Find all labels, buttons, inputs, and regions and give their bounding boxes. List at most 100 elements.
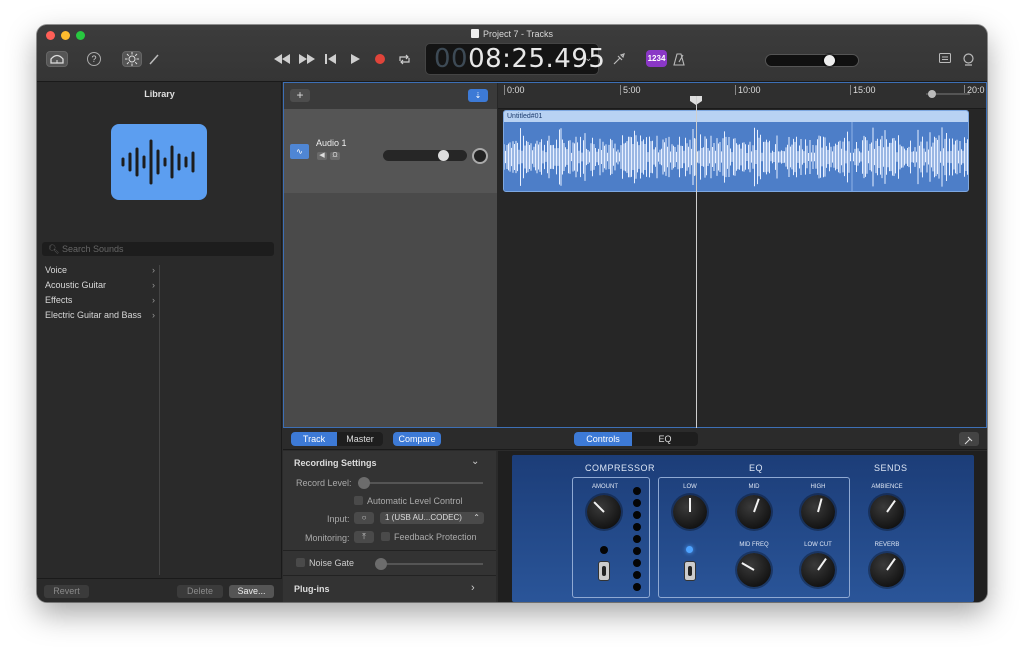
catch-playhead-button[interactable]: ⇣ bbox=[468, 89, 488, 102]
playhead-line bbox=[696, 96, 697, 429]
channel-strip-panel: COMPRESSOR EQ SENDS AMOUNT LOW MID HIGH bbox=[512, 455, 974, 602]
headphones-icon[interactable]: Ω bbox=[330, 152, 340, 160]
low-cut-label: LOW CUT bbox=[804, 542, 832, 548]
tracks-area: + ⇣ ∿ Audio 1 ◀ Ω 0:00 5:00 10:00 15:00 … bbox=[283, 82, 987, 429]
fast-forward-icon[interactable] bbox=[298, 52, 316, 66]
category-label: Voice bbox=[45, 265, 68, 275]
audio-region[interactable]: Untitled#01 bbox=[503, 110, 969, 192]
library-category-acoustic-guitar[interactable]: Acoustic Guitar › bbox=[37, 278, 159, 293]
library-category-voice[interactable]: Voice › bbox=[37, 263, 159, 278]
editors-icon[interactable] bbox=[148, 52, 160, 66]
compare-button[interactable]: Compare bbox=[393, 432, 441, 446]
track-volume-knob[interactable] bbox=[438, 150, 449, 161]
record-level-knob[interactable] bbox=[358, 477, 370, 489]
garageband-window: Project 7 - Tracks ? 0008:25.495 ⌄ 1234 bbox=[37, 25, 987, 602]
library-title: Library bbox=[144, 89, 175, 99]
search-field[interactable]: 🔍︎ Search Sounds bbox=[42, 242, 274, 256]
add-track-button[interactable]: + bbox=[290, 89, 310, 102]
tuner-icon[interactable] bbox=[611, 51, 627, 67]
ruler-label: 5:00 bbox=[620, 85, 641, 95]
waveform-icon: ∿ bbox=[290, 144, 309, 159]
master-volume-knob[interactable] bbox=[824, 55, 835, 66]
chevron-down-icon[interactable]: ⌄ bbox=[471, 456, 479, 467]
count-in-button[interactable]: 1234 bbox=[646, 50, 667, 67]
ambience-knob[interactable] bbox=[870, 495, 904, 529]
auto-level-label: Automatic Level Control bbox=[367, 496, 463, 506]
tab-master[interactable]: Master bbox=[337, 432, 383, 446]
mute-icon[interactable]: ◀ bbox=[317, 152, 327, 160]
compressor-toggle[interactable] bbox=[598, 561, 610, 581]
library-category-effects[interactable]: Effects › bbox=[37, 293, 159, 308]
library-toggle-button[interactable] bbox=[46, 51, 68, 67]
metronome-icon[interactable] bbox=[671, 51, 687, 67]
cycle-icon[interactable] bbox=[396, 52, 412, 66]
plugin-area: COMPRESSOR EQ SENDS AMOUNT LOW MID HIGH bbox=[498, 451, 987, 602]
play-icon[interactable] bbox=[348, 52, 362, 66]
mid-freq-label: MID FREQ bbox=[739, 542, 769, 548]
count-in-label: 1234 bbox=[647, 54, 666, 63]
lcd-display[interactable]: 00 08:25.495 ⌄ bbox=[425, 43, 605, 75]
pan-knob[interactable] bbox=[472, 148, 488, 164]
eq-toggle[interactable] bbox=[684, 561, 696, 581]
input-select[interactable]: 1 (USB AU...CODEC) ⌃ bbox=[380, 512, 484, 524]
region-name: Untitled#01 bbox=[504, 111, 968, 122]
amount-knob[interactable] bbox=[587, 495, 621, 529]
chevron-down-icon[interactable]: ⌄ bbox=[584, 53, 593, 64]
track-header-audio-1[interactable]: ∿ Audio 1 ◀ Ω bbox=[284, 109, 497, 193]
loop-browser-icon[interactable] bbox=[960, 51, 976, 67]
noise-gate-checkbox[interactable]: Noise Gate bbox=[296, 558, 354, 568]
ruler-label: 15:00 bbox=[850, 85, 876, 95]
window-title: Project 7 - Tracks bbox=[37, 29, 987, 39]
feedback-protection-label: Feedback Protection bbox=[394, 532, 477, 542]
go-to-beginning-icon[interactable] bbox=[323, 52, 337, 66]
library-category-electric-guitar-bass[interactable]: Electric Guitar and Bass › bbox=[37, 308, 159, 323]
tab-controls[interactable]: Controls bbox=[574, 432, 632, 446]
record-icon[interactable] bbox=[373, 52, 387, 66]
notepad-icon[interactable] bbox=[938, 51, 952, 65]
checkbox-icon bbox=[381, 532, 390, 541]
track-master-segment[interactable]: Track Master bbox=[291, 432, 383, 446]
eq-mid-knob[interactable] bbox=[737, 495, 771, 529]
eq-low-knob[interactable] bbox=[673, 495, 707, 529]
compressor-led bbox=[600, 546, 608, 554]
eq-mid-freq-knob[interactable] bbox=[737, 553, 771, 587]
noise-gate-knob[interactable] bbox=[375, 558, 387, 570]
zoom-slider[interactable] bbox=[926, 90, 970, 98]
editor-bar: Track Master Compare Controls EQ bbox=[283, 428, 987, 450]
input-format-button[interactable]: ○ bbox=[354, 512, 374, 524]
reverb-knob[interactable] bbox=[870, 553, 904, 587]
chevron-right-icon: › bbox=[152, 265, 155, 275]
rewind-icon[interactable] bbox=[273, 52, 291, 66]
monitoring-button[interactable]: ⤒ bbox=[354, 531, 374, 543]
recording-settings-title: Recording Settings bbox=[294, 458, 377, 468]
toolbar: Project 7 - Tracks ? 00 08:25.495 ⌄ 1234 bbox=[37, 25, 987, 82]
master-volume-slider[interactable] bbox=[765, 54, 859, 67]
category-label: Electric Guitar and Bass bbox=[45, 310, 142, 320]
mid-label: MID bbox=[748, 484, 760, 490]
help-icon[interactable]: ? bbox=[87, 52, 101, 66]
controls-eq-segment[interactable]: Controls EQ bbox=[574, 432, 698, 446]
eq-high-knob[interactable] bbox=[801, 495, 835, 529]
category-label: Effects bbox=[45, 295, 73, 305]
tuner-button[interactable] bbox=[959, 432, 979, 446]
feedback-protection-checkbox[interactable]: Feedback Protection bbox=[381, 532, 477, 542]
tab-eq[interactable]: EQ bbox=[632, 432, 698, 446]
save-button[interactable]: Save... bbox=[229, 585, 274, 598]
record-level-slider[interactable] bbox=[358, 477, 483, 489]
timeline-ruler[interactable]: 0:00 5:00 10:00 15:00 20:0 bbox=[498, 83, 986, 109]
track-volume-slider[interactable] bbox=[383, 150, 467, 161]
divider bbox=[283, 575, 496, 576]
eq-low-cut-knob[interactable] bbox=[801, 553, 835, 587]
track-list-empty bbox=[284, 193, 497, 427]
high-label: HIGH bbox=[810, 484, 826, 490]
plugins-header[interactable]: Plug-ins bbox=[294, 584, 330, 594]
revert-button[interactable]: Revert bbox=[44, 585, 89, 598]
tab-track[interactable]: Track bbox=[291, 432, 337, 446]
smart-controls-button[interactable] bbox=[122, 51, 142, 67]
noise-gate-slider[interactable] bbox=[375, 558, 483, 570]
delete-button[interactable]: Delete bbox=[177, 585, 223, 598]
sends-title: SENDS bbox=[874, 463, 908, 473]
chevron-right-icon[interactable]: › bbox=[471, 582, 475, 594]
auto-level-checkbox[interactable]: Automatic Level Control bbox=[354, 496, 463, 506]
search-placeholder: Search Sounds bbox=[61, 244, 124, 254]
